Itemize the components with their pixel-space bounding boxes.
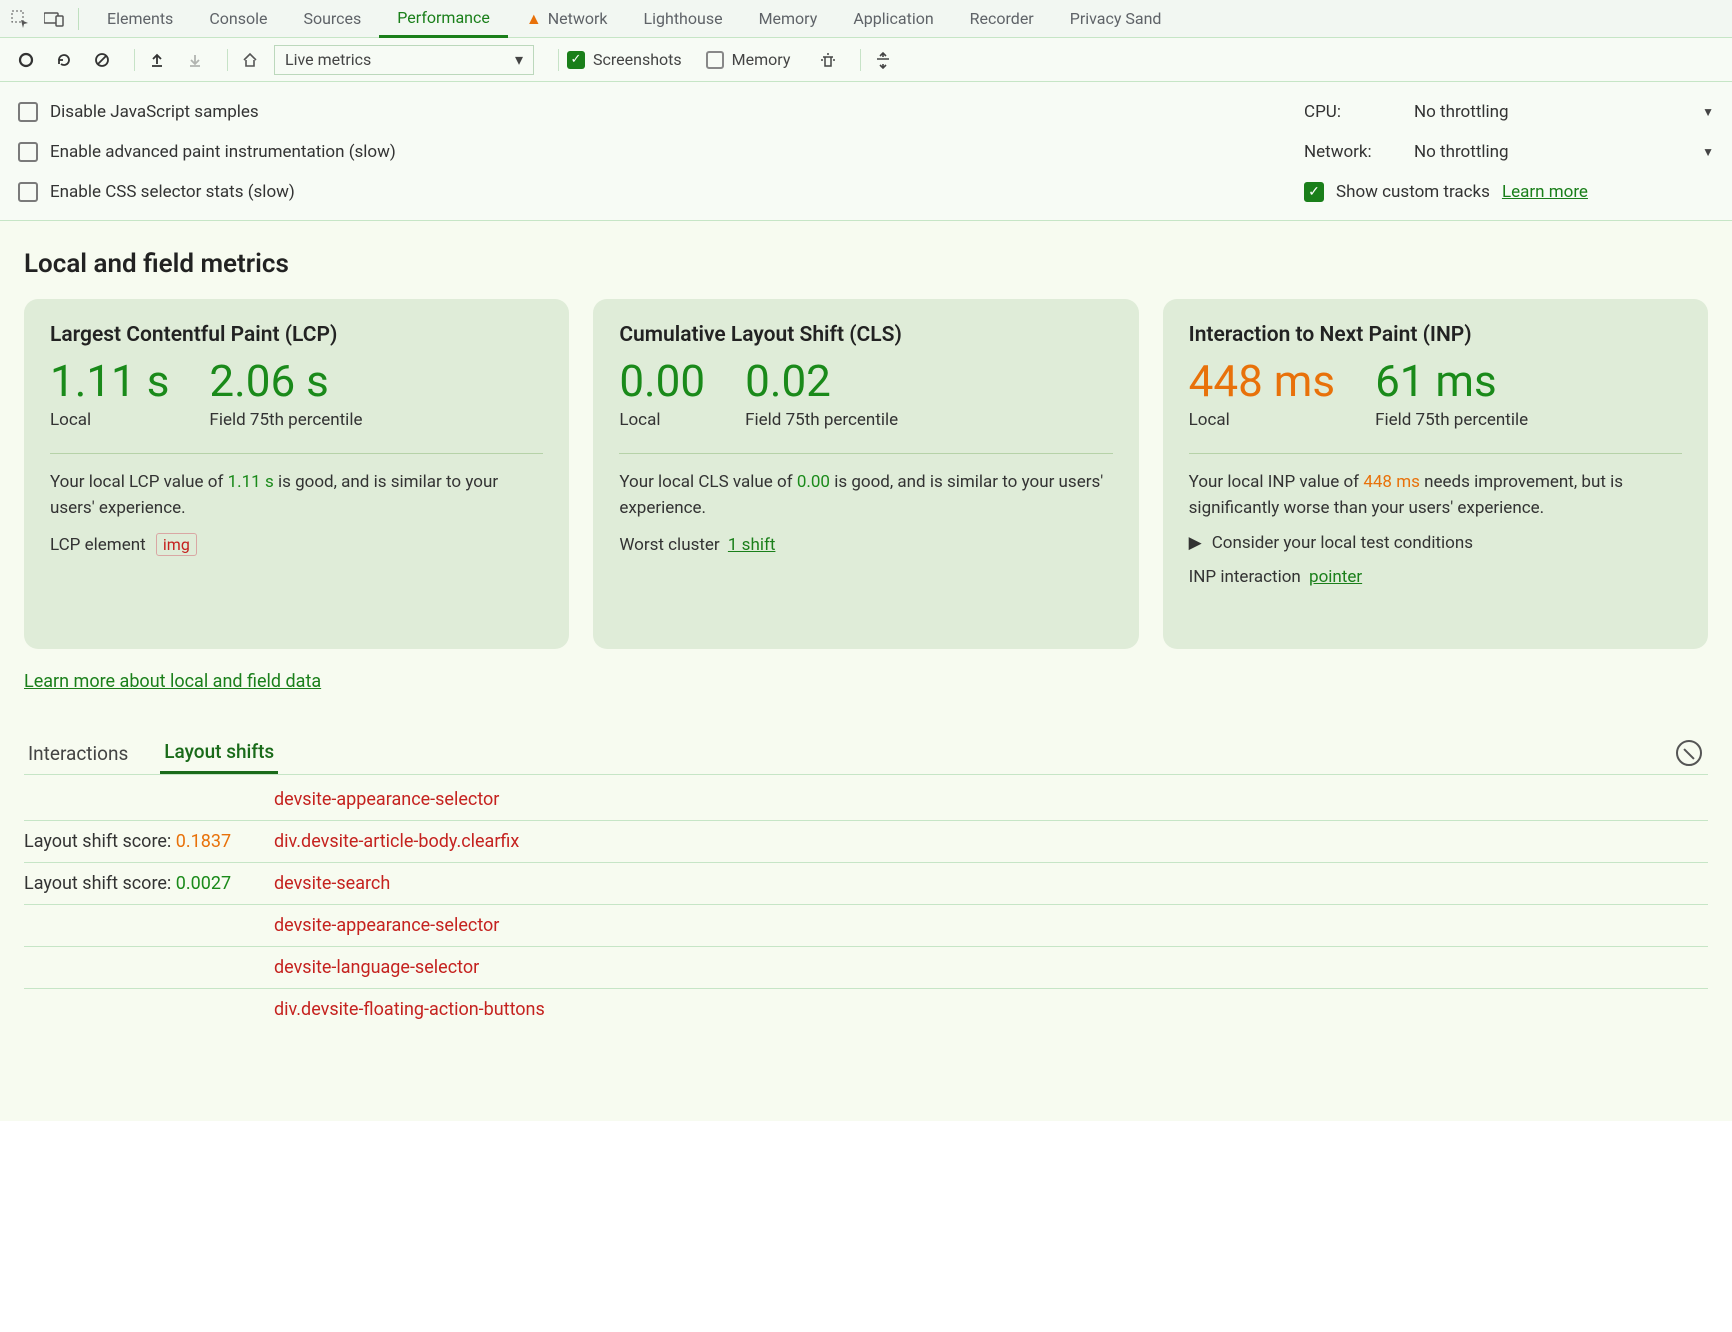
clear-icon[interactable] [88, 46, 116, 74]
cls-title: Cumulative Layout Shift (CLS) [619, 323, 1112, 347]
lcp-field-value: 2.06 s [209, 357, 362, 405]
inp-description: Your local INP value of 448 ms needs imp… [1189, 470, 1682, 521]
upload-icon[interactable] [143, 46, 171, 74]
network-throttle-select[interactable]: Network: No throttling ▼ [1304, 132, 1714, 172]
cpu-throttle-select[interactable]: CPU: No throttling ▼ [1304, 92, 1714, 132]
cls-description: Your local CLS value of 0.00 is good, an… [619, 470, 1112, 521]
cls-card: Cumulative Layout Shift (CLS) 0.00 Local… [593, 299, 1138, 649]
bottom-tabs: Interactions Layout shifts [24, 732, 1708, 775]
inp-interaction-link[interactable]: pointer [1309, 567, 1362, 587]
tab-sources[interactable]: Sources [285, 0, 379, 38]
toolbar-divider [558, 49, 559, 71]
layout-shift-row[interactable]: devsite-language-selector [24, 947, 1708, 989]
inp-interaction-row: INP interaction pointer [1189, 567, 1682, 587]
tab-application[interactable]: Application [835, 0, 951, 38]
tab-console[interactable]: Console [191, 0, 285, 38]
tab-interactions[interactable]: Interactions [24, 734, 132, 773]
performance-main: Local and field metrics Largest Contentf… [0, 221, 1732, 1121]
section-title: Local and field metrics [24, 249, 1708, 279]
toolbar-divider [227, 49, 228, 71]
lcp-title: Largest Contentful Paint (LCP) [50, 323, 543, 347]
performance-toolbar: Live metrics ▾ ✓Screenshots Memory [0, 38, 1732, 82]
performance-settings: Disable JavaScript samples Enable advanc… [0, 82, 1732, 221]
lcp-element-row: LCP element img [50, 535, 543, 555]
tab-network[interactable]: ▲Network [508, 0, 626, 38]
reload-icon[interactable] [50, 46, 78, 74]
layout-shift-row[interactable]: devsite-appearance-selector [24, 905, 1708, 947]
toolbar-divider [134, 49, 135, 71]
enable-paint-instrumentation-checkbox[interactable]: Enable advanced paint instrumentation (s… [18, 132, 1304, 172]
tab-memory[interactable]: Memory [741, 0, 836, 38]
lcp-card: Largest Contentful Paint (LCP) 1.11 s Lo… [24, 299, 569, 649]
disable-js-samples-checkbox[interactable]: Disable JavaScript samples [18, 92, 1304, 132]
layout-shift-row[interactable]: Layout shift score: 0.1837 div.devsite-a… [24, 821, 1708, 863]
record-icon[interactable] [12, 46, 40, 74]
cls-local-value: 0.00 [619, 357, 705, 405]
layout-shift-list: devsite-appearance-selector Layout shift… [24, 779, 1708, 1030]
tab-lighthouse[interactable]: Lighthouse [626, 0, 741, 38]
cls-field-label: Field 75th percentile [745, 409, 898, 431]
inp-field-value: 61 ms [1375, 357, 1528, 405]
lcp-field-label: Field 75th percentile [209, 409, 362, 431]
garbage-collect-icon[interactable] [814, 46, 842, 74]
shortcuts-icon[interactable] [869, 46, 897, 74]
lcp-element-tag[interactable]: img [156, 533, 197, 556]
cls-worst-cluster-row: Worst cluster 1 shift [619, 535, 1112, 555]
inp-local-label: Local [1189, 409, 1335, 431]
cls-field-value: 0.02 [745, 357, 898, 405]
chevron-down-icon: ▼ [1702, 105, 1714, 119]
home-icon[interactable] [236, 46, 264, 74]
triangle-right-icon: ▶ [1189, 533, 1202, 553]
lcp-local-value: 1.11 s [50, 357, 169, 405]
tab-layout-shifts[interactable]: Layout shifts [160, 732, 278, 774]
inp-consider-expand[interactable]: ▶ Consider your local test conditions [1189, 533, 1682, 553]
memory-checkbox[interactable]: Memory [706, 50, 791, 69]
cls-worst-cluster-link[interactable]: 1 shift [728, 535, 776, 555]
screenshots-checkbox[interactable]: ✓Screenshots [567, 50, 682, 69]
inp-title: Interaction to Next Paint (INP) [1189, 323, 1682, 347]
lcp-local-label: Local [50, 409, 169, 431]
enable-css-selector-stats-checkbox[interactable]: Enable CSS selector stats (slow) [18, 172, 1304, 212]
tab-recorder[interactable]: Recorder [952, 0, 1052, 38]
clear-log-icon[interactable] [1676, 740, 1702, 766]
lcp-description: Your local LCP value of 1.11 s is good, … [50, 470, 543, 521]
show-custom-tracks-checkbox[interactable]: ✓Show custom tracks [1304, 182, 1490, 202]
toolbar-divider [78, 8, 79, 30]
toolbar-divider [860, 49, 861, 71]
tab-privacy[interactable]: Privacy Sand [1052, 0, 1180, 38]
device-toggle-icon[interactable] [40, 5, 68, 33]
learn-more-field-data-link[interactable]: Learn more about local and field data [24, 671, 321, 692]
devtools-tabbar: Elements Console Sources Performance ▲Ne… [0, 0, 1732, 38]
chevron-down-icon: ▾ [515, 50, 523, 69]
layout-shift-row[interactable]: devsite-appearance-selector [24, 779, 1708, 821]
tab-elements[interactable]: Elements [89, 0, 191, 38]
layout-shift-row[interactable]: div.devsite-floating-action-buttons [24, 989, 1708, 1030]
inp-field-label: Field 75th percentile [1375, 409, 1528, 431]
layout-shift-row[interactable]: Layout shift score: 0.0027 devsite-searc… [24, 863, 1708, 905]
cls-local-label: Local [619, 409, 705, 431]
chevron-down-icon: ▼ [1702, 145, 1714, 159]
mode-select[interactable]: Live metrics ▾ [274, 45, 534, 75]
learn-more-link[interactable]: Learn more [1502, 182, 1588, 202]
inp-local-value: 448 ms [1189, 357, 1335, 405]
inspect-icon[interactable] [6, 5, 34, 33]
inp-card: Interaction to Next Paint (INP) 448 ms L… [1163, 299, 1708, 649]
download-icon[interactable] [181, 46, 209, 74]
warning-icon: ▲ [526, 9, 542, 29]
tab-performance[interactable]: Performance [379, 0, 508, 38]
